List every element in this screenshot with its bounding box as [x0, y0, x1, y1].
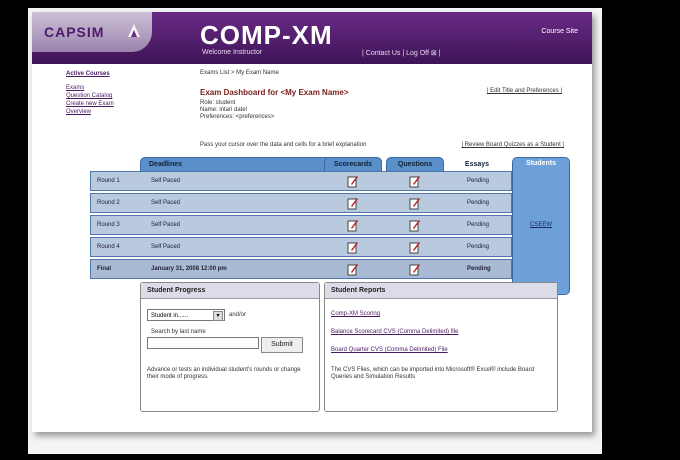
- last-name-search-input[interactable]: [147, 337, 259, 349]
- edit-title-link[interactable]: | Edit Title and Preferences |: [487, 88, 562, 94]
- screenshot-frame: CAPSIM COMP-XM Welcome Instructor | Cont…: [28, 8, 602, 454]
- students-panel: Students CSEEW: [512, 157, 570, 295]
- progress-help-text: Advance or tests an individual student's…: [147, 367, 301, 380]
- submit-button[interactable]: Submit: [261, 337, 303, 353]
- essay-status: Pending: [467, 244, 490, 250]
- round-label: Round 3: [97, 222, 120, 228]
- chevron-down-icon[interactable]: ▾: [213, 311, 223, 321]
- deadline-value[interactable]: Self Paced: [151, 244, 180, 250]
- tab-essays[interactable]: Essays: [448, 157, 506, 172]
- essay-status: Pending: [467, 178, 490, 184]
- essay-status: Pending: [467, 200, 490, 206]
- andor-label: and/or: [229, 312, 247, 318]
- deadline-value[interactable]: January 31, 2008 12:00 pm: [151, 266, 227, 272]
- question-doc-icon[interactable]: [409, 175, 421, 188]
- exam-name: Name: intari date!: [200, 107, 248, 113]
- deadline-value[interactable]: Self Paced: [151, 200, 180, 206]
- tab-scorecards[interactable]: Scorecards: [324, 157, 382, 172]
- deadline-value[interactable]: Self Paced: [151, 178, 180, 184]
- app-window: CAPSIM COMP-XM Welcome Instructor | Cont…: [32, 12, 592, 432]
- student-progress-panel: Student Progress Student in...... ▾ and/…: [140, 282, 320, 412]
- student-progress-title: Student Progress: [141, 283, 319, 299]
- table-row: Round 3 Self Paced Pending: [90, 215, 512, 235]
- round-label: Final: [97, 266, 112, 272]
- scorecard-doc-icon[interactable]: [347, 241, 359, 254]
- question-doc-icon[interactable]: [409, 219, 421, 232]
- exam-preferences: Preferences: <preferences>: [200, 114, 275, 120]
- capsim-mark-icon: [128, 24, 140, 37]
- sidebar-item-exams[interactable]: Exams: [66, 84, 114, 92]
- header-bar: CAPSIM COMP-XM Welcome Instructor | Cont…: [32, 12, 592, 64]
- logo-box: CAPSIM: [32, 12, 152, 52]
- student-reports-panel: Student Reports Comp-XM Scoring Balance …: [324, 282, 558, 412]
- capsim-logo: CAPSIM: [44, 24, 105, 40]
- exam-role: Role: student: [200, 100, 236, 106]
- sidebar: Active Courses Exams Question Catalog Cr…: [66, 70, 114, 116]
- question-doc-icon[interactable]: [409, 197, 421, 210]
- page-title: Exam Dashboard for <My Exam Name>: [200, 88, 349, 97]
- students-link[interactable]: CSEEW: [513, 222, 569, 228]
- scorecard-doc-icon[interactable]: [347, 175, 359, 188]
- table-row: Round 1 Self Paced Pending: [90, 171, 512, 191]
- sidebar-active-courses[interactable]: Active Courses: [66, 70, 114, 78]
- round-label: Round 4: [97, 244, 120, 250]
- reports-note: The CVS Files, which can be imported int…: [331, 367, 534, 380]
- sidebar-item-create-exam[interactable]: Create new Exam: [66, 100, 114, 108]
- tab-students[interactable]: Students: [513, 160, 569, 167]
- report-link-board-quarter[interactable]: Board Quarter CVS (Comma Delimited) File: [331, 347, 448, 353]
- table-row: Round 2 Self Paced Pending: [90, 193, 512, 213]
- search-label: Search by last name: [151, 329, 206, 335]
- essay-status: Pending: [467, 222, 490, 228]
- essay-status: Pending: [467, 266, 491, 272]
- round-label: Round 1: [97, 178, 120, 184]
- deadline-value[interactable]: Self Paced: [151, 222, 180, 228]
- tab-questions[interactable]: Questions: [386, 157, 444, 172]
- scorecard-doc-icon[interactable]: [347, 219, 359, 232]
- review-quizzes-link[interactable]: | Review Board Quizzes as a Student |: [461, 142, 564, 148]
- course-site-link[interactable]: Course Site: [541, 28, 578, 35]
- round-label: Round 2: [97, 200, 120, 206]
- exam-meta: Role: student Name: intari date! Prefere…: [200, 100, 274, 121]
- student-select[interactable]: Student in...... ▾: [147, 309, 225, 321]
- report-link-balance-scorecard[interactable]: Balance Scorecard CVS (Comma Delimited) …: [331, 329, 458, 335]
- question-doc-icon[interactable]: [409, 263, 421, 276]
- scorecard-doc-icon[interactable]: [347, 197, 359, 210]
- sidebar-item-question-catalog[interactable]: Question Catalog: [66, 92, 114, 100]
- tab-deadlines[interactable]: Deadlines: [140, 157, 332, 172]
- breadcrumb[interactable]: Exams List > My Exam Name: [200, 70, 279, 76]
- sidebar-item-overview[interactable]: Overview: [66, 108, 114, 116]
- hover-instructions: Pass your cursor over the data and cells…: [200, 142, 367, 148]
- contact-logoff-links[interactable]: | Contact Us | Log Off ⊠ |: [362, 49, 441, 57]
- table-row: Round 4 Self Paced Pending: [90, 237, 512, 257]
- report-link-scoring[interactable]: Comp-XM Scoring: [331, 311, 380, 317]
- scorecard-doc-icon[interactable]: [347, 263, 359, 276]
- brand-title: COMP-XM: [200, 20, 333, 50]
- welcome-text: Welcome Instructor: [202, 49, 263, 56]
- student-reports-title: Student Reports: [325, 283, 557, 299]
- table-row: Final January 31, 2008 12:00 pm Pending: [90, 259, 512, 279]
- student-select-value: Student in......: [151, 313, 189, 319]
- question-doc-icon[interactable]: [409, 241, 421, 254]
